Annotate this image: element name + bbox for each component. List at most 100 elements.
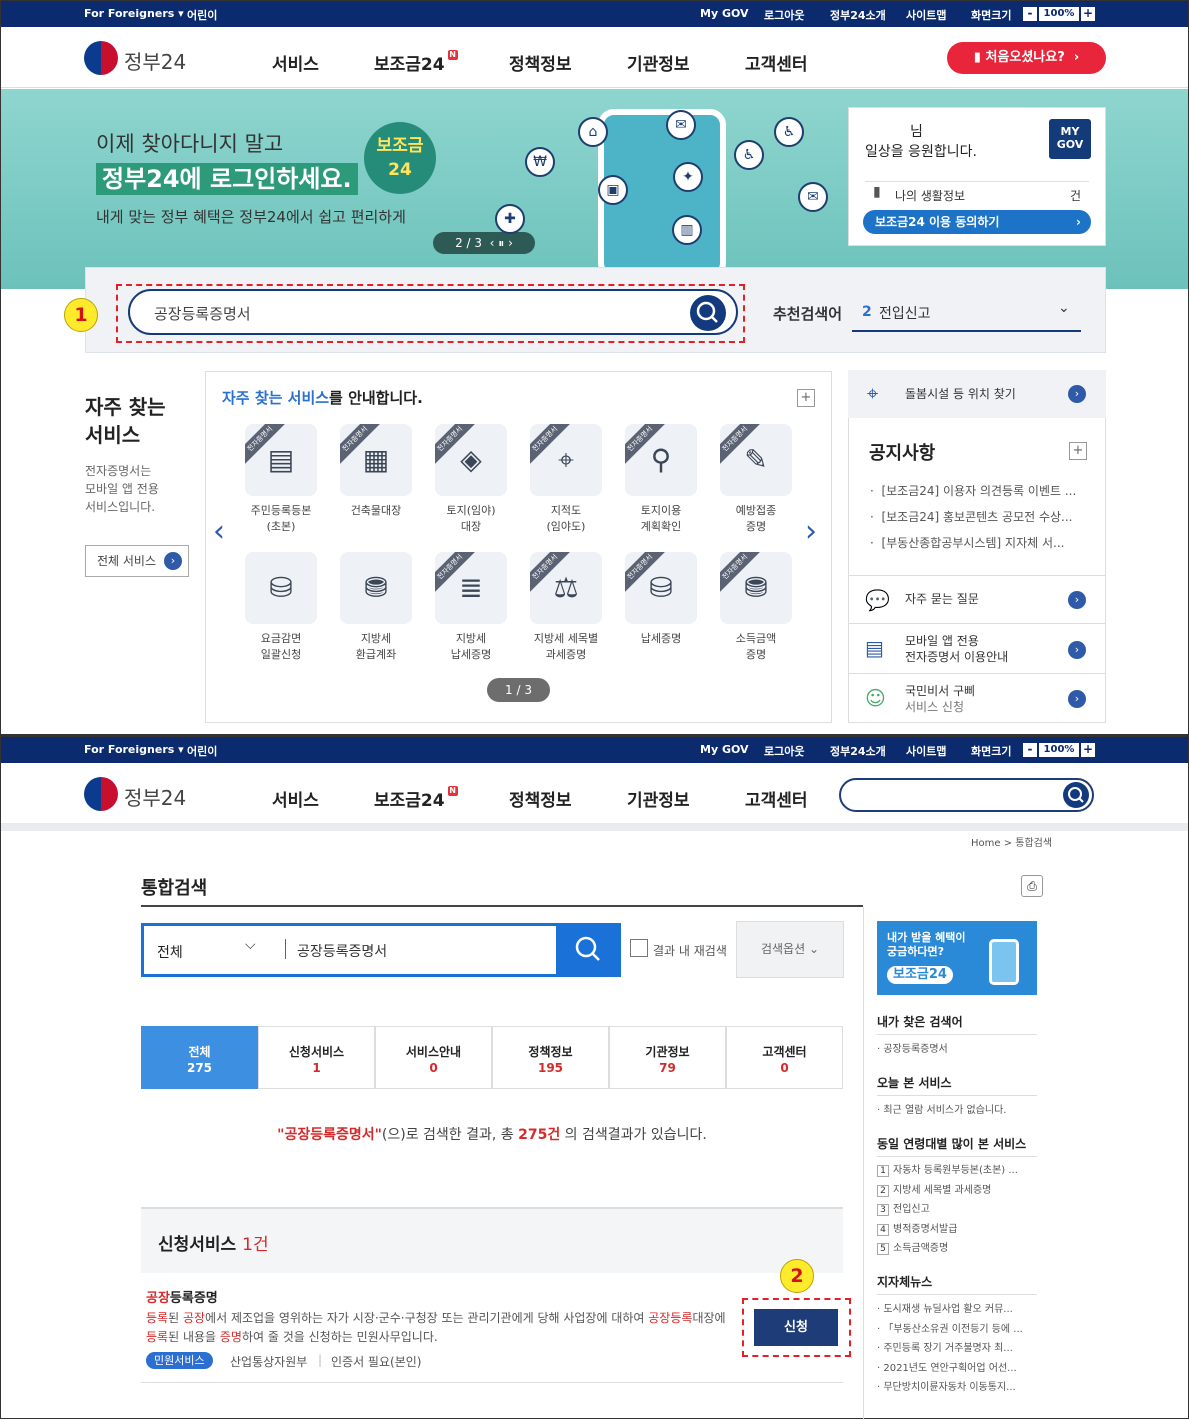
taegeuk-logo-icon[interactable] (84, 41, 118, 75)
my-search-item[interactable]: · 공장등록증명서 (877, 1043, 948, 1057)
nav-customer-center[interactable]: 고객센터 (745, 50, 808, 75)
notice-item[interactable]: · [보조금24] 이용자 의견등록 이벤트 ... (870, 482, 1076, 499)
service-tile[interactable]: ≣ 전자증명서 (435, 552, 507, 624)
mygov-badge-button[interactable]: MY GOV (1049, 119, 1091, 159)
zoom-out-button[interactable]: - (1023, 7, 1037, 21)
news-item[interactable]: · 「부동산소유권 이전등기 등에 ... (877, 1323, 1023, 1337)
service-label[interactable]: 지방세 납세증명 (421, 631, 521, 663)
services-pager[interactable]: 1 / 3 (487, 678, 550, 702)
result-title-link[interactable]: 공장등록증명 (146, 1287, 218, 1306)
integrated-search-button[interactable] (556, 923, 621, 977)
notice-item[interactable]: · [보조금24] 홍보콘텐츠 공모전 수상... (870, 508, 1073, 525)
nav-customer-center[interactable]: 고객센터 (745, 786, 808, 811)
nav-policy[interactable]: 정책정보 (509, 50, 572, 75)
nav-services[interactable]: 서비스 (272, 786, 319, 811)
service-tile[interactable]: ⛃ 전자증명서 (720, 552, 792, 624)
news-item[interactable]: · 주민등록 장기 거주불명자 최... (877, 1342, 1013, 1356)
all-services-button[interactable]: 전체 서비스 › (85, 545, 189, 577)
first-visit-button[interactable]: ▮ 처음오셨나요? › (947, 42, 1106, 74)
sitemap-link[interactable]: 사이트맵 (906, 743, 946, 759)
service-label[interactable]: 요금감면 일괄신청 (231, 631, 331, 663)
notice-item[interactable]: · [부동산종합공부시스템] 지자체 서... (870, 534, 1064, 551)
nav-agency[interactable]: 기관정보 (627, 786, 690, 811)
sitemap-link[interactable]: 사이트맵 (906, 7, 946, 23)
result-tab[interactable]: 신청서비스 1 (258, 1026, 375, 1089)
news-item[interactable]: · 2021년도 연안구획어업 어선... (877, 1362, 1017, 1376)
result-tab[interactable]: 정책정보 195 (492, 1026, 609, 1089)
about-link[interactable]: 정부24소개 (830, 743, 886, 759)
prev-arrow-icon[interactable]: ‹ (213, 514, 225, 549)
more-services-button[interactable]: + (797, 389, 815, 407)
kids-link[interactable]: 어린이 (187, 7, 217, 23)
integrated-search-input[interactable]: 공장등록증명서 (297, 941, 387, 961)
service-tile[interactable]: ⛃ (340, 552, 412, 624)
kids-link[interactable]: 어린이 (187, 743, 217, 759)
popular-item[interactable]: 2 지방세 세목별 과세증명 (877, 1184, 991, 1198)
recommend-dropdown[interactable]: 2 전입신고 ⌄ (852, 294, 1081, 332)
logout-link[interactable]: 로그아웃 (764, 7, 804, 23)
result-tab[interactable]: 전체 275 (141, 1026, 258, 1089)
subsidy-consent-button[interactable]: 보조금24 이용 동의하기 › (863, 210, 1091, 234)
result-tab[interactable]: 기관정보 79 (609, 1026, 726, 1089)
faq-link[interactable]: 자주 묻는 질문 (905, 591, 979, 607)
print-icon[interactable]: ⎙ (1021, 875, 1043, 897)
service-label[interactable]: 지적도 (임야도) (516, 503, 616, 535)
service-label[interactable]: 소득금액 증명 (706, 631, 806, 663)
service-tile[interactable]: ⚲ 전자증명서 (625, 424, 697, 496)
site-logo-text[interactable]: 정부24 (124, 46, 186, 75)
research-checkbox[interactable] (630, 939, 648, 957)
popular-item[interactable]: 1 자동차 등록원부등본(초본) ... (877, 1164, 1018, 1178)
nav-subsidy24[interactable]: 보조금24N (374, 50, 458, 75)
header-search-input[interactable] (839, 778, 1094, 812)
banner-pager[interactable]: 2 / 3 ‹ ⏸ › (433, 232, 535, 254)
banner-pager-controls[interactable]: ‹ ⏸ › (490, 236, 513, 250)
mygov-link[interactable]: My GOV (700, 743, 749, 756)
life-info-link[interactable]: 나의 생활정보 (895, 187, 965, 204)
popular-item[interactable]: 5 소득금액증명 (877, 1242, 948, 1256)
nav-agency[interactable]: 기관정보 (627, 50, 690, 75)
service-label[interactable]: 납세증명 (611, 631, 711, 647)
news-item[interactable]: · 도시재생 뉴딜사업 활오 커뮤... (877, 1303, 1013, 1317)
about-link[interactable]: 정부24소개 (830, 7, 886, 23)
popular-item[interactable]: 4 병적증명서발급 (877, 1223, 957, 1237)
zoom-in-button[interactable]: + (1081, 743, 1095, 757)
for-foreigners-link[interactable]: For Foreigners ▾ (84, 743, 184, 756)
chevron-right-icon[interactable]: › (1068, 641, 1086, 659)
news-item[interactable]: · 무단방치이륜자동차 이동통지... (877, 1381, 1016, 1395)
more-notices-button[interactable]: + (1069, 442, 1087, 460)
site-logo-text[interactable]: 정부24 (124, 782, 186, 811)
service-label[interactable]: 지방세 환급계좌 (326, 631, 426, 663)
subsidy-ad-banner[interactable]: 내가 받을 혜택이 궁금하다면? 보조금24 (877, 921, 1037, 995)
service-tile[interactable]: ⛁ (245, 552, 317, 624)
service-tile[interactable]: ◈ 전자증명서 (435, 424, 507, 496)
chevron-right-icon[interactable]: › (1068, 591, 1086, 609)
service-tile[interactable]: ⛁ 전자증명서 (625, 552, 697, 624)
service-label[interactable]: 토지이용 계획확인 (611, 503, 711, 535)
service-label[interactable]: 예방접종 증명 (706, 503, 806, 535)
search-options-button[interactable]: 검색옵션 ⌄ (736, 921, 844, 978)
header-search-button[interactable] (1063, 782, 1089, 808)
result-tab[interactable]: 고객센터 0 (726, 1026, 843, 1089)
breadcrumb[interactable]: Home > 통합검색 (971, 834, 1052, 849)
nav-services[interactable]: 서비스 (272, 50, 319, 75)
logout-link[interactable]: 로그아웃 (764, 743, 804, 759)
result-tab[interactable]: 서비스안내 0 (375, 1026, 492, 1089)
chevron-right-icon[interactable]: › (1068, 385, 1086, 403)
zoom-out-button[interactable]: - (1023, 743, 1037, 757)
nav-subsidy24[interactable]: 보조금24N (374, 786, 458, 811)
gubbi-link[interactable]: 국민비서 구삐 서비스 신청 (905, 683, 975, 715)
service-tile[interactable]: ▤ 전자증명서 (245, 424, 317, 496)
service-label[interactable]: 건축물대장 (326, 503, 426, 519)
service-tile[interactable]: ⌖ 전자증명서 (530, 424, 602, 496)
search-scope-select[interactable]: 전체 (157, 942, 183, 962)
nav-policy[interactable]: 정책정보 (509, 786, 572, 811)
zoom-in-button[interactable]: + (1081, 7, 1095, 21)
service-tile[interactable]: ✎ 전자증명서 (720, 424, 792, 496)
service-label[interactable]: 토지(임야) 대장 (421, 503, 521, 535)
mygov-link[interactable]: My GOV (700, 7, 749, 20)
service-label[interactable]: 주민등록등본 (초본) (231, 503, 331, 535)
care-search-link[interactable]: 돌봄시설 등 위치 찾기 (905, 386, 1016, 402)
service-tile[interactable]: ⚖ 전자증명서 (530, 552, 602, 624)
mobile-cert-link[interactable]: 모바일 앱 전용 전자증명서 이용안내 (905, 633, 1008, 665)
popular-item[interactable]: 3 전입신고 (877, 1203, 930, 1217)
